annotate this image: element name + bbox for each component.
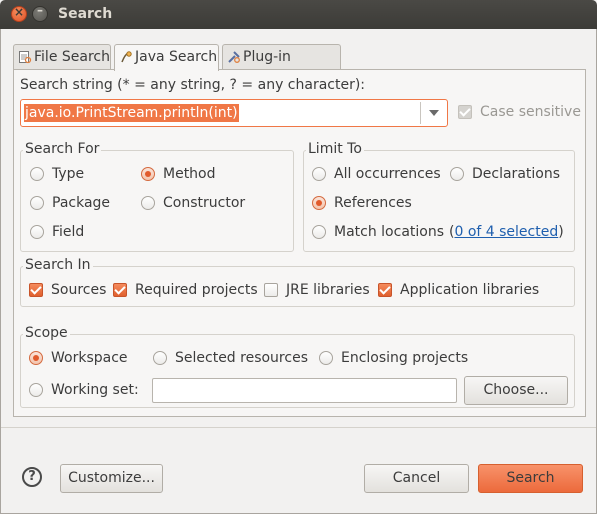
limit-to-title: Limit To	[306, 141, 364, 157]
search-in-application-libraries-checkbox[interactable]: Application libraries	[378, 280, 539, 300]
working-set-field[interactable]	[152, 378, 457, 403]
search-dialog: × – Search File Search Java Search Plug-…	[0, 0, 597, 514]
search-in-sources-label: Sources	[51, 282, 107, 298]
search-in-title: Search In	[23, 257, 93, 273]
search-for-type-radio[interactable]: Type	[30, 164, 84, 184]
limit-all-occurrences-label: All occurrences	[334, 166, 441, 182]
search-for-package-radio[interactable]: Package	[30, 193, 110, 213]
scope-workspace-radio[interactable]: Workspace	[29, 348, 128, 368]
search-for-method-radio[interactable]: Method	[141, 164, 216, 184]
scope-selected-resources-label: Selected resources	[175, 350, 308, 366]
search-in-sources-checkbox[interactable]: Sources	[29, 280, 106, 300]
limit-declarations-radio[interactable]: Declarations	[450, 164, 560, 184]
limit-all-occurrences-radio[interactable]: All occurrences	[312, 164, 441, 184]
java-search-icon	[121, 51, 132, 63]
search-in-required-projects-checkbox[interactable]: Required projects	[113, 280, 258, 300]
title-bar: × – Search	[0, 0, 597, 29]
search-for-package-label: Package	[52, 195, 111, 211]
scope-selected-resources-radio[interactable]: Selected resources	[153, 348, 308, 368]
tab-java-search[interactable]: Java Search	[114, 44, 219, 71]
radio-icon	[153, 351, 167, 365]
case-sensitive-check-icon	[458, 105, 472, 119]
tab-file-search[interactable]: File Search	[13, 44, 111, 70]
checkbox-checked-icon	[378, 283, 392, 297]
window-title: Search	[58, 6, 113, 22]
help-icon[interactable]: ?	[22, 467, 42, 487]
search-button[interactable]: Search	[478, 464, 583, 493]
limit-declarations-label: Declarations	[472, 166, 561, 182]
scope-enclosing-projects-label: Enclosing projects	[341, 350, 469, 366]
search-in-required-projects-label: Required projects	[135, 282, 258, 298]
case-sensitive-label: Case sensitive	[480, 104, 581, 120]
scope-title: Scope	[23, 325, 70, 341]
search-for-type-label: Type	[52, 166, 85, 182]
combo-divider	[420, 102, 421, 124]
minimize-icon: –	[37, 3, 43, 17]
search-for-method-label: Method	[163, 166, 216, 182]
limit-references-radio[interactable]: References	[312, 193, 412, 213]
limit-references-label: References	[334, 195, 412, 211]
scope-working-set-label: Working set:	[51, 382, 139, 398]
search-in-jre-libraries-label: JRE libraries	[286, 282, 370, 298]
search-string-combo[interactable]: java.io.PrintStream.println(int)	[20, 99, 448, 127]
paren-close: )	[558, 224, 564, 240]
checkbox-checked-icon	[113, 283, 127, 297]
match-locations-link[interactable]: 0 of 4 selected	[454, 224, 558, 240]
search-for-constructor-radio[interactable]: Constructor	[141, 193, 245, 213]
choose-working-set-button[interactable]: Choose...	[464, 376, 568, 405]
close-window-button[interactable]: ×	[11, 5, 27, 22]
footer-divider	[0, 427, 597, 428]
limit-match-locations-radio[interactable]: Match locations	[312, 222, 444, 242]
chevron-down-icon[interactable]	[429, 110, 439, 116]
checkbox-icon	[264, 283, 278, 297]
radio-icon	[30, 167, 44, 181]
plugin-search-icon	[228, 51, 240, 63]
radio-icon	[30, 196, 44, 210]
radio-selected-icon	[141, 167, 155, 181]
case-sensitive-checkbox[interactable]: Case sensitive	[458, 102, 581, 122]
file-search-icon	[19, 51, 32, 64]
radio-icon	[30, 225, 44, 239]
radio-icon	[312, 225, 326, 239]
search-for-field-label: Field	[52, 224, 85, 240]
search-string-label: Search string (* = any string, ? = any c…	[20, 77, 366, 93]
tab-file-search-label: File Search	[34, 49, 110, 65]
search-for-field-radio[interactable]: Field	[30, 222, 84, 242]
scope-working-set-radio[interactable]: Working set:	[29, 380, 139, 400]
radio-icon	[312, 167, 326, 181]
radio-icon	[450, 167, 464, 181]
radio-icon	[319, 351, 333, 365]
scope-enclosing-projects-radio[interactable]: Enclosing projects	[319, 348, 468, 368]
search-for-constructor-label: Constructor	[163, 195, 246, 211]
tab-plugin-search[interactable]: Plug-in Search	[222, 44, 341, 89]
minimize-window-button[interactable]: –	[32, 3, 48, 22]
close-icon: ×	[13, 5, 25, 19]
match-locations-count: (0 of 4 selected)	[449, 222, 564, 242]
tab-java-search-label: Java Search	[135, 49, 218, 65]
limit-match-locations-label: Match locations	[334, 224, 445, 240]
radio-icon	[141, 196, 155, 210]
radio-icon	[29, 383, 43, 397]
cancel-button[interactable]: Cancel	[364, 464, 469, 493]
search-in-application-libraries-label: Application libraries	[400, 282, 540, 298]
radio-selected-icon	[29, 351, 43, 365]
customize-button[interactable]: Customize...	[60, 464, 163, 493]
radio-selected-icon	[312, 196, 326, 210]
search-for-title: Search For	[23, 141, 102, 157]
scope-workspace-label: Workspace	[51, 350, 128, 366]
search-string-input[interactable]: java.io.PrintStream.println(int)	[24, 104, 239, 122]
search-in-jre-libraries-checkbox[interactable]: JRE libraries	[264, 280, 370, 300]
checkbox-checked-icon	[29, 283, 43, 297]
